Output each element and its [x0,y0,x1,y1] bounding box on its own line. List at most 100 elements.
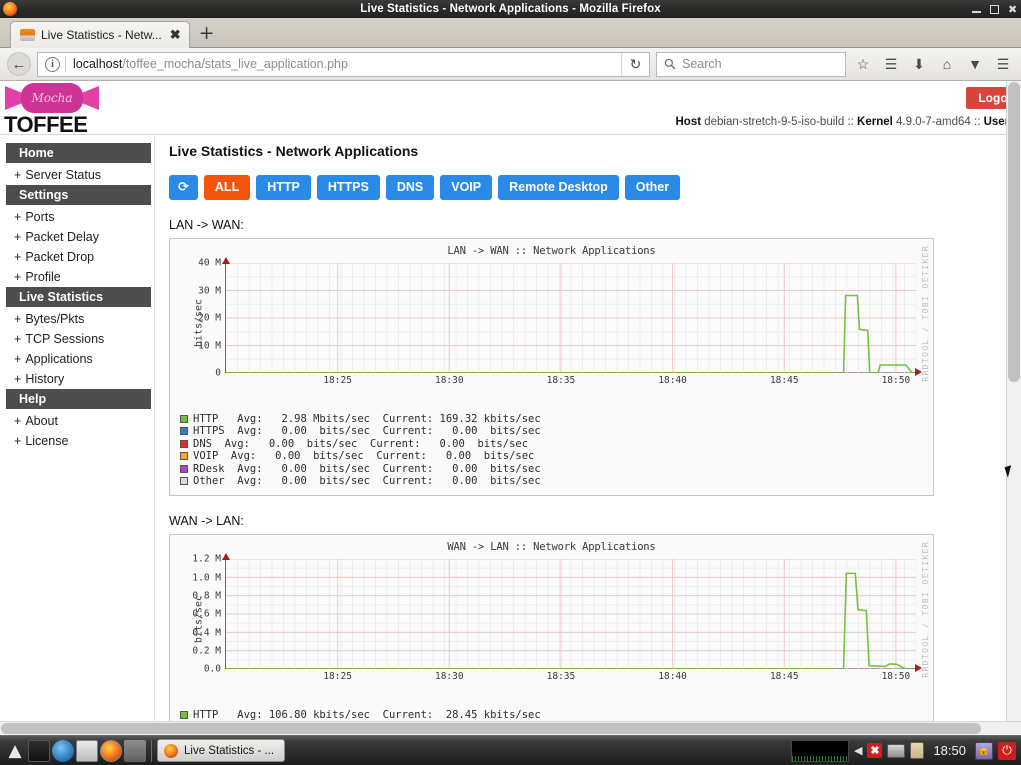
display-icon[interactable] [887,743,906,758]
sidebar-item-license[interactable]: + License [6,431,154,451]
chart-y-tick: 1.2 M [192,553,221,565]
chart-title: LAN -> WAN :: Network Applications [447,245,656,257]
filter-other-button[interactable]: Other [624,175,681,200]
tab-title: Live Statistics - Netw... [41,28,162,42]
sidebar-item-tcp-sessions[interactable]: + TCP Sessions [6,329,154,349]
chart-y-tick: 20 M [198,312,221,324]
applications-menu-icon[interactable]: ▲ [4,740,26,762]
sidebar-item-profile[interactable]: + Profile [6,267,154,287]
filter-voip-button[interactable]: VOIP [440,175,493,200]
menu-icon[interactable]: ☰ [992,56,1014,73]
sidebar-item-applications[interactable]: + Applications [6,349,154,369]
page-vertical-scrollbar[interactable] [1006,81,1021,735]
blank-launcher-icon[interactable] [124,739,146,762]
filter-remote-desktop-button[interactable]: Remote Desktop [498,175,619,200]
sidebar-item-packet-drop[interactable]: + Packet Drop [6,247,154,267]
url-host: localhost [73,57,123,71]
pocket-icon[interactable]: ▼ [964,56,986,72]
legend-text: Other Avg: 0.00 bits/sec Current: 0.00 b… [193,474,541,487]
legend-swatch-icon [180,711,188,720]
filter-dns-button[interactable]: DNS [385,175,435,200]
chart-x-tick: 18:35 [546,671,576,683]
chart-y-tick: 0 [215,367,221,379]
new-tab-button[interactable]: + [190,23,224,43]
clock[interactable]: 18:50 [929,743,970,758]
chart-y-tick: 0.4 M [192,627,221,639]
chart-x-tick: 18:45 [769,671,799,683]
taskbar-window-button[interactable]: Live Statistics - ... [157,739,286,762]
sidebar-item-packet-delay[interactable]: + Packet Delay [6,227,154,247]
tab-close-icon[interactable]: ✖ [170,27,181,43]
downloads-icon[interactable]: ⬇ [908,56,930,73]
network-monitor-icon[interactable] [790,739,849,762]
chart-y-tick: 10 M [198,340,221,351]
legend-swatch-icon [180,415,188,423]
filter-all-button[interactable]: ALL [203,175,251,200]
window-maximize-button[interactable] [990,4,999,14]
plus-icon: + [14,168,22,182]
sidebar-item-label: About [25,414,58,428]
bookmark-star-icon[interactable]: ☆ [852,56,874,73]
search-input[interactable]: Search [682,57,722,71]
legend-text: HTTPS Avg: 0.00 bits/sec Current: 0.00 b… [193,425,541,438]
window-title: Live Statistics - Network Applications -… [360,3,661,15]
plus-icon: + [14,372,22,386]
lock-icon[interactable]: 🔒 [975,741,993,760]
page-content: Mocha TOFFEE Logout Host debian-stretch-… [0,81,1021,735]
sidebar-item-ports[interactable]: + Ports [6,207,154,227]
sidebar-item-server-status[interactable]: + Server Status [6,165,154,185]
chart-x-tick: 18:30 [434,375,464,386]
legend-text: DNS Avg: 0.00 bits/sec Current: 0.00 bit… [193,437,529,450]
sidebar-header-help: Help [6,389,151,409]
window-close-button[interactable]: ✖ [1008,4,1017,15]
chart-x-tick: 18:35 [546,375,576,386]
back-button[interactable]: ← [7,52,31,76]
plus-icon: + [14,414,22,428]
chart-y-tick: 0.6 M [192,608,221,620]
window-minimize-button[interactable] [972,5,981,14]
clipboard-icon[interactable] [910,742,925,759]
terminal-icon[interactable] [28,739,50,762]
filter-https-button[interactable]: HTTPS [316,175,380,200]
address-bar[interactable]: i localhost/toffee_mocha/stats_live_appl… [37,51,650,77]
search-bar[interactable]: Search [656,51,846,77]
x-axis-arrow-icon [915,664,922,673]
page-body: Home + Server Status Settings + Ports + Packet … [0,135,1021,735]
refresh-button[interactable]: ⟳ [169,175,198,200]
desktop-taskbar: ▲ Live Statistics - ... ◀ ✖ 18:50 🔒 ⏻ [0,735,1021,765]
browser-tab[interactable]: Live Statistics - Netw... ✖ [10,21,190,48]
legend-row: VOIP Avg: 0.00 bits/sec Current: 0.00 bi… [180,450,933,462]
legend-row: DNS Avg: 0.00 bits/sec Current: 0.00 bit… [180,438,933,450]
chart-title: WAN -> LAN :: Network Applications [447,541,656,554]
sidebar-item-history[interactable]: + History [6,369,154,389]
lan-wan-section-label: LAN -> WAN: [169,218,244,232]
taskbar-divider [151,739,152,762]
plus-icon: + [14,434,22,448]
close-tray-icon[interactable]: ✖ [867,743,883,758]
sidebar-item-bytes-pkts[interactable]: + Bytes/Pkts [6,309,154,329]
page-horizontal-scrollbar[interactable] [0,721,1021,735]
plus-icon: + [14,332,22,346]
firefox-launcher-icon[interactable] [100,739,122,762]
browser-icon[interactable] [52,739,74,762]
reader-icon[interactable]: ☰ [880,56,902,73]
sidebar-item-label: Profile [25,270,61,284]
site-info-icon[interactable]: i [45,56,60,72]
tray-expand-icon[interactable]: ◀ [854,744,862,757]
filter-button-row: ⟳ ALL HTTP HTTPS DNS VOIP Remote Desktop Other [169,175,1021,200]
y-axis-arrow-icon [222,553,230,561]
filter-http-button[interactable]: HTTP [256,175,311,200]
vertical-scrollbar-thumb[interactable] [1008,82,1020,382]
home-icon[interactable]: ⌂ [936,56,958,72]
chart-x-tick: 18:40 [658,375,687,386]
power-icon[interactable]: ⏻ [998,741,1016,760]
chart-plot-area: 0 10 M 20 M 30 M 40 M 18:25 18:30 18:35 18:40 18:… [198,257,922,386]
legend-swatch-icon [180,476,188,485]
files-icon[interactable] [76,739,98,762]
reload-icon[interactable]: ↻ [621,52,649,76]
chart-y-tick: 30 M [198,285,221,296]
legend-text: HTTP Avg: 2.98 Mbits/sec Current: 169.32… [193,413,541,425]
sidebar-item-about[interactable]: + About [6,411,154,431]
kernel-value: 4.9.0-7-amd64 [896,116,971,128]
horizontal-scrollbar-thumb[interactable] [1,723,981,734]
